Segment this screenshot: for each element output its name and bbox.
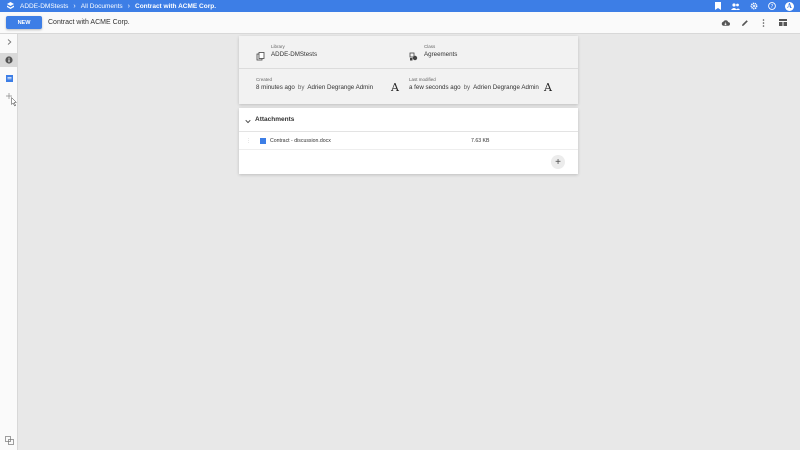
edit-icon[interactable]	[740, 18, 749, 27]
document-properties-card: Library ADDE-DMStests Class Agreements C…	[239, 36, 578, 104]
attachment-row[interactable]: ⋮ Contract - discussion.docx 7.63 KB	[239, 132, 578, 150]
created-user-avatar[interactable]: A	[389, 81, 401, 94]
created-user: Adrien Degrange Admin	[307, 84, 374, 91]
breadcrumb: ADDE-DMStests › All Documents › Contract…	[20, 3, 216, 10]
class-field: Class Agreements	[409, 44, 458, 61]
user-avatar[interactable]: A	[785, 1, 794, 11]
library-value: ADDE-DMStests	[271, 51, 318, 58]
chevron-down-icon[interactable]	[245, 111, 251, 129]
info-icon[interactable]	[0, 53, 18, 67]
modified-by-word: by	[463, 84, 471, 91]
attachments-title: Attachments	[255, 116, 295, 123]
created-field: Created 8 minutes ago by Adrien Degrange A…	[256, 77, 373, 92]
attachment-name[interactable]: Contract - discussion.docx	[270, 138, 331, 144]
library-icon	[256, 48, 266, 61]
mouse-cursor-icon	[10, 96, 18, 108]
breadcrumb-library[interactable]: ADDE-DMStests	[20, 3, 68, 10]
modified-user: Adrien Degrange Admin	[473, 84, 539, 91]
attachment-size: 7.63 KB	[471, 137, 490, 144]
attachments-header[interactable]: Attachments	[239, 108, 578, 132]
modified-user-avatar[interactable]: A	[542, 81, 554, 94]
add-attachment-button[interactable]: +	[551, 155, 565, 169]
expand-icon[interactable]	[0, 35, 18, 49]
copy-icon[interactable]	[0, 433, 18, 447]
chevron-right-icon: ›	[73, 2, 76, 10]
document-icon[interactable]	[0, 71, 18, 85]
view-toggle-icon[interactable]	[778, 18, 787, 27]
created-by-word: by	[297, 84, 305, 91]
library-field: Library ADDE-DMStests	[256, 44, 318, 61]
settings-icon[interactable]	[749, 2, 758, 11]
created-time: 8 minutes ago	[256, 84, 295, 91]
class-icon	[409, 48, 419, 61]
created-value: 8 minutes ago by Adrien Degrange Admin	[256, 83, 373, 92]
breadcrumb-all-documents[interactable]: All Documents	[81, 3, 123, 10]
drag-handle-icon[interactable]: ⋮	[246, 138, 251, 144]
app-logo-icon[interactable]	[0, 2, 20, 10]
side-panel-nav	[0, 34, 18, 450]
document-title: Contract with ACME Corp.	[48, 19, 130, 26]
help-icon[interactable]: ?	[767, 2, 776, 11]
bookmark-icon[interactable]	[713, 2, 722, 11]
cloud-download-icon[interactable]	[721, 18, 730, 27]
breadcrumb-current: Contract with ACME Corp.	[135, 2, 217, 10]
class-value: Agreements	[424, 51, 458, 58]
word-document-icon	[260, 137, 266, 144]
svg-text:?: ?	[770, 4, 773, 10]
new-button[interactable]: NEW	[6, 16, 42, 29]
attachments-card: Attachments ⋮ Contract - discussion.docx…	[239, 108, 578, 174]
document-toolbar: NEW Contract with ACME Corp.	[0, 12, 800, 34]
modified-time: a few seconds ago	[409, 84, 461, 91]
more-vert-icon[interactable]	[759, 18, 768, 27]
people-icon[interactable]	[731, 2, 740, 11]
chevron-right-icon: ›	[127, 2, 130, 10]
app-header: ADDE-DMStests › All Documents › Contract…	[0, 0, 800, 12]
modified-value: a few seconds ago by Adrien Degrange Admin	[409, 83, 539, 92]
modified-field: Last modified a few seconds ago by Adrien …	[409, 77, 539, 92]
